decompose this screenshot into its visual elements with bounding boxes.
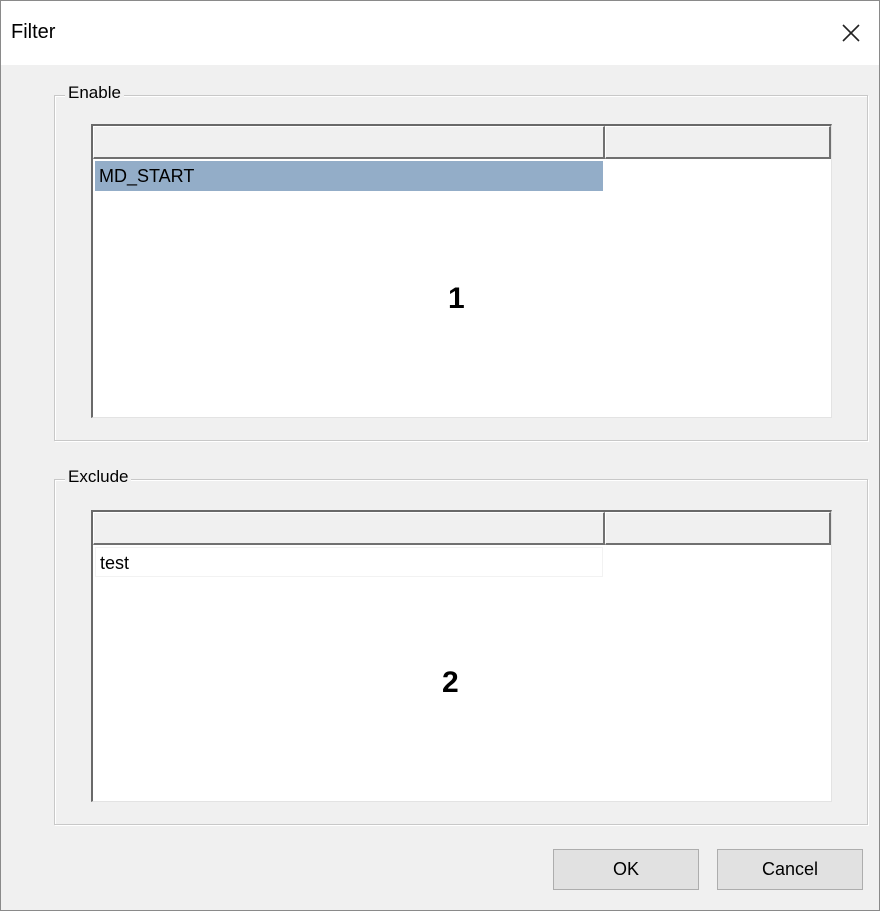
- list-item-label: MD_START: [99, 166, 195, 186]
- enable-group-label: Enable: [65, 83, 124, 103]
- list-item[interactable]: test: [95, 547, 603, 577]
- exclude-list-header: [93, 512, 831, 545]
- enable-list[interactable]: MD_START 1: [91, 124, 832, 418]
- filter-dialog: Filter Enable MD_START 1 Exclude test 2 …: [0, 0, 880, 911]
- exclude-list-column-header-1[interactable]: [93, 512, 605, 545]
- ok-button[interactable]: OK: [553, 849, 699, 890]
- enable-list-column-header-2[interactable]: [605, 126, 831, 159]
- list-item[interactable]: MD_START: [95, 161, 603, 191]
- enable-list-column-header-1[interactable]: [93, 126, 605, 159]
- exclude-list[interactable]: test 2: [91, 510, 832, 802]
- cancel-button[interactable]: Cancel: [717, 849, 863, 890]
- exclude-groupbox: Exclude test 2: [54, 467, 868, 825]
- exclude-list-column-header-2[interactable]: [605, 512, 831, 545]
- close-icon: [842, 24, 860, 42]
- exclude-list-number-overlay: 2: [442, 666, 459, 699]
- dialog-client-area: Enable MD_START 1 Exclude test 2 OK Canc…: [1, 65, 879, 910]
- exclude-group-label: Exclude: [65, 467, 132, 487]
- dialog-title: Filter: [11, 21, 56, 43]
- enable-list-number-overlay: 1: [448, 282, 465, 315]
- list-item-label: test: [100, 553, 130, 573]
- enable-list-header: [93, 126, 831, 159]
- enable-groupbox: Enable MD_START 1: [54, 83, 868, 441]
- title-bar[interactable]: Filter: [1, 1, 879, 65]
- close-button[interactable]: [823, 1, 879, 65]
